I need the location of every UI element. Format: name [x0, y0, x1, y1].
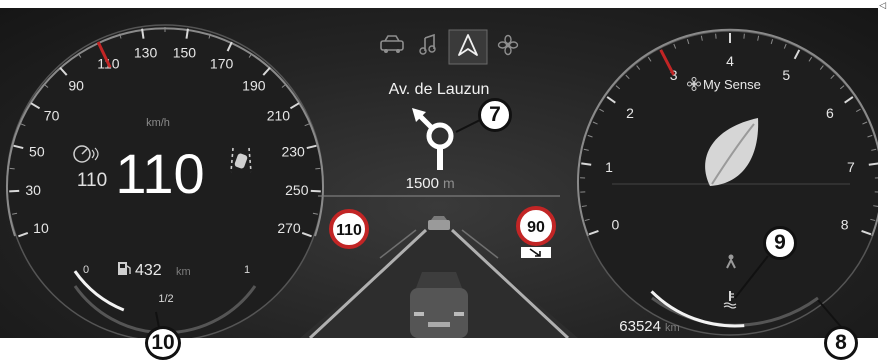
- lead-vehicle-icon: [428, 216, 450, 230]
- tab-bar: [374, 29, 519, 65]
- speed-limit-sign-upcoming: 90: [516, 206, 556, 258]
- fuel-range-unit: km: [176, 266, 191, 278]
- speedometer: 1030507090110130150170190210230250270 km…: [6, 24, 324, 338]
- odometer-unit: km: [665, 322, 680, 334]
- tachometer-tick-label: 1: [605, 159, 613, 175]
- tachometer-tick-label: 7: [847, 159, 855, 175]
- speedometer-tick-label: 50: [29, 143, 45, 159]
- fuel-range-value: 432: [135, 262, 162, 279]
- tachometer-tick-label: 6: [826, 105, 834, 121]
- speedometer-tick-label: 10: [33, 220, 49, 236]
- speedometer-tick-label: 70: [44, 107, 60, 123]
- callout-8-leader: [817, 299, 843, 329]
- callout-badge-7: 7: [478, 98, 512, 132]
- corner-reference-mark: ◁: [879, 0, 886, 10]
- speed-unit-label: km/h: [146, 117, 170, 129]
- drive-mode-label: My Sense: [703, 77, 761, 92]
- speed-limit-upcoming-value: 90: [527, 219, 545, 236]
- speedometer-tick-label: 210: [267, 107, 291, 123]
- fuel-half-label: 1/2: [158, 293, 173, 305]
- speedometer-tick-label: 90: [68, 77, 84, 93]
- speedometer-tick-label: 170: [210, 56, 234, 72]
- nav-street-name: Av. de Lauzun: [389, 81, 490, 98]
- center-panel: Av. de Lauzun 1500 m 110 90: [300, 29, 578, 338]
- cluster-graphics: 1030507090110130150170190210230250270 km…: [6, 24, 878, 338]
- speedometer-tick-label: 130: [134, 44, 158, 60]
- instrument-cluster-display: 1030507090110130150170190210230250270 km…: [0, 8, 878, 338]
- speed-limit-sign-current: 110: [329, 209, 369, 249]
- tachometer-major-tick: [868, 162, 878, 166]
- callout-badge-8: 8: [824, 326, 858, 360]
- speedometer-major-tick: [310, 189, 321, 193]
- speed-limit-current-value: 110: [336, 222, 362, 239]
- callout-badge-9: 9: [763, 226, 797, 260]
- tachometer: 012345678 My Sense: [577, 28, 878, 336]
- car-icon: [380, 35, 404, 53]
- tachometer-tick-label: 0: [611, 217, 619, 233]
- tachometer-tick-label: 5: [782, 67, 790, 83]
- speedometer-major-tick: [9, 189, 20, 193]
- speedometer-tick-label: 250: [285, 182, 309, 198]
- speedometer-tick-label: 270: [277, 220, 301, 236]
- own-vehicle-icon: [410, 272, 468, 338]
- nav-distance-unit: m: [443, 175, 455, 191]
- speedometer-tick-label: 30: [25, 182, 41, 198]
- current-speed: 110: [115, 142, 204, 205]
- callout-badge-10: 10: [145, 326, 181, 360]
- speedometer-tick-label: 190: [242, 77, 266, 93]
- fuel-empty-label: 0: [83, 264, 89, 276]
- speedometer-tick-label: 230: [281, 143, 305, 159]
- fuel-full-label: 1: [244, 264, 250, 276]
- tab-media[interactable]: [410, 30, 446, 58]
- fan-icon: [497, 34, 519, 56]
- tachometer-tick-label: 2: [626, 105, 634, 121]
- tachometer-tick-label: 4: [726, 53, 734, 69]
- music-note-icon: [419, 33, 436, 55]
- tab-vehicle[interactable]: [374, 30, 410, 58]
- tachometer-tick-label: 8: [841, 217, 849, 233]
- speedometer-tick-label: 150: [173, 44, 197, 60]
- odometer-value: 63524: [619, 318, 661, 335]
- nav-distance-value: 1500: [406, 175, 439, 192]
- callout-7-leader: [455, 119, 481, 133]
- cruise-set-speed: 110: [77, 170, 107, 191]
- roundabout-left-icon: [412, 108, 454, 170]
- tachometer-major-tick: [581, 162, 592, 166]
